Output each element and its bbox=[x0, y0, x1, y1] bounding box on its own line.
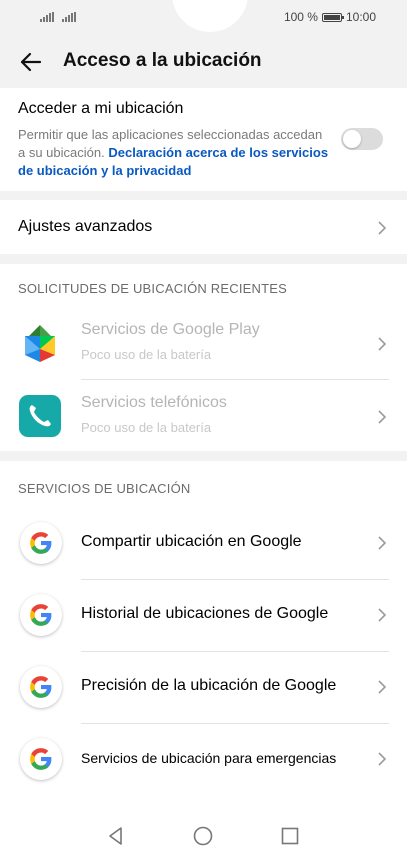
phone-icon bbox=[19, 395, 61, 437]
advanced-settings-row[interactable]: Ajustes avanzados bbox=[0, 200, 407, 254]
google-icon bbox=[20, 522, 62, 564]
system-nav-bar bbox=[0, 812, 407, 860]
signal-icon-2 bbox=[62, 12, 76, 22]
chevron-right-icon bbox=[377, 536, 387, 550]
nav-home-icon[interactable] bbox=[192, 825, 214, 847]
chevron-right-icon bbox=[377, 752, 387, 766]
app-title: Servicios telefónicos bbox=[81, 394, 227, 411]
nav-back-icon[interactable] bbox=[105, 825, 127, 847]
chevron-right-icon bbox=[377, 608, 387, 622]
app-subtitle: Poco uso de la batería bbox=[81, 347, 212, 362]
list-item-emergency-location[interactable]: Servicios de ubicación para emergencias bbox=[0, 723, 407, 795]
recent-requests-card: SOLICITUDES DE UBICACIÓN RECIENTES Servi… bbox=[0, 264, 407, 451]
advanced-settings-label: Ajustes avanzados bbox=[18, 218, 153, 235]
chevron-right-icon bbox=[377, 221, 387, 235]
status-bar: 100 % 10:00 bbox=[0, 0, 407, 36]
location-services-card: SERVICIOS DE UBICACIÓN Compartir ubicaci… bbox=[0, 461, 407, 812]
app-title: Servicios de Google Play bbox=[81, 321, 260, 338]
chevron-right-icon bbox=[377, 337, 387, 351]
arrow-back-icon[interactable] bbox=[18, 49, 44, 75]
location-access-title: Acceder a mi ubicación bbox=[18, 100, 184, 117]
list-item-location-history[interactable]: Historial de ubicaciones de Google bbox=[0, 579, 407, 651]
list-item-location-accuracy[interactable]: Precisión de la ubicación de Google bbox=[0, 651, 407, 723]
status-right: 100 % 10:00 bbox=[284, 10, 376, 24]
google-icon bbox=[20, 594, 62, 636]
nav-recents-icon[interactable] bbox=[279, 825, 301, 847]
google-icon bbox=[20, 738, 62, 780]
camera-notch bbox=[172, 0, 248, 32]
signal-icon bbox=[40, 12, 54, 22]
chevron-right-icon bbox=[377, 410, 387, 424]
app-subtitle: Poco uso de la batería bbox=[81, 420, 212, 435]
battery-icon bbox=[321, 12, 344, 22]
battery-percent: 100 % bbox=[283, 10, 318, 24]
chevron-right-icon bbox=[377, 680, 387, 694]
google-icon bbox=[20, 666, 62, 708]
google-play-services-icon bbox=[19, 322, 61, 364]
toggle-knob bbox=[343, 130, 361, 148]
location-access-description: Permitir que las aplicaciones selecciona… bbox=[18, 126, 333, 180]
list-item-phone-services[interactable]: Servicios telefónicos Poco uso de la bat… bbox=[0, 380, 407, 452]
service-label: Servicios de ubicación para emergencias bbox=[81, 750, 337, 766]
list-item-google-play-services[interactable]: Servicios de Google Play Poco uso de la … bbox=[0, 307, 407, 379]
service-label: Precisión de la ubicación de Google bbox=[81, 677, 337, 694]
recent-requests-header: SOLICITUDES DE UBICACIÓN RECIENTES bbox=[18, 281, 288, 296]
page-title: Acceso a la ubicación bbox=[63, 50, 262, 71]
location-access-card: Acceder a mi ubicación Permitir que las … bbox=[0, 88, 407, 191]
list-item-share-location[interactable]: Compartir ubicación en Google bbox=[0, 507, 407, 579]
clock: 10:00 bbox=[345, 10, 376, 24]
location-toggle[interactable] bbox=[341, 128, 383, 150]
service-label: Compartir ubicación en Google bbox=[81, 533, 302, 550]
location-services-header: SERVICIOS DE UBICACIÓN bbox=[18, 481, 191, 496]
app-header: Acceso a la ubicación bbox=[0, 36, 407, 88]
service-label: Historial de ubicaciones de Google bbox=[81, 605, 329, 622]
